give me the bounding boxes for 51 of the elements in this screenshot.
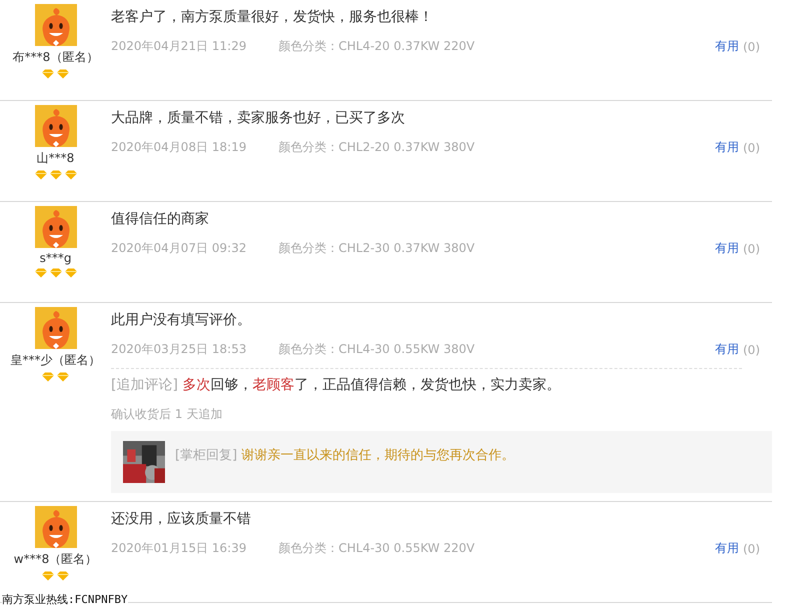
useful-count: (0) <box>743 40 760 54</box>
useful-count: (0) <box>743 140 760 154</box>
review-date: 2020年04月08日 18:19 <box>111 139 246 156</box>
diamond-icon <box>57 69 69 79</box>
variant-label: 颜色分类：CHL2-30 0.37KW 380V <box>278 240 475 257</box>
review-text: 大品牌，质量不错，卖家服务也好，已买了多次 <box>111 109 406 128</box>
diamond-icon <box>64 268 76 278</box>
review-date: 2020年04月07日 09:32 <box>111 240 246 257</box>
useful-link[interactable]: 有用 <box>715 38 739 55</box>
diamond-icon <box>42 69 54 79</box>
useful-link[interactable]: 有用 <box>715 139 739 156</box>
review-text: 还没用，应该质量不错 <box>111 510 252 529</box>
diamond-icon <box>34 268 46 278</box>
diamond-icon <box>64 170 76 180</box>
mascot-avatar <box>34 506 76 548</box>
review-date: 2020年04月21日 11:29 <box>111 38 246 55</box>
useful-link[interactable]: 有用 <box>715 240 739 257</box>
review-text: 此用户没有填写评价。 <box>111 311 252 330</box>
useful-count: (0) <box>743 242 760 256</box>
diamond-icon <box>50 170 62 180</box>
useful-count: (0) <box>743 342 760 356</box>
review-date: 2020年03月25日 18:53 <box>111 341 246 358</box>
mascot-avatar <box>34 307 76 349</box>
diamond-icon <box>42 571 54 581</box>
mascot-avatar <box>34 206 76 248</box>
user-name: w***8（匿名） <box>14 551 98 568</box>
user-name: 皇***少（匿名） <box>10 352 100 369</box>
variant-label: 颜色分类：CHL4-30 0.55KW 380V <box>278 341 475 358</box>
mascot-avatar <box>34 105 76 147</box>
reply-text: [掌柜回复] 谢谢亲一直以来的信任，期待的与您再次合作。 <box>175 447 514 464</box>
mascot-avatar <box>34 4 76 46</box>
user-name: s***g <box>40 251 72 265</box>
diamond-icon <box>57 372 69 382</box>
diamond-icon <box>50 268 62 278</box>
review-text: 老客户了，南方泵质量很好，发货快，服务也很棒！ <box>111 8 434 27</box>
user-name: 山***8 <box>36 150 74 167</box>
diamond-icon <box>34 170 46 180</box>
review-text: 值得信任的商家 <box>111 210 210 229</box>
diamond-icon <box>57 571 69 581</box>
followup-note: 确认收货后 1 天追加 <box>111 406 224 423</box>
diamond-icon <box>42 372 54 382</box>
variant-label: 颜色分类：CHL4-30 0.55KW 220V <box>278 540 475 557</box>
useful-link[interactable]: 有用 <box>715 540 739 557</box>
variant-label: 颜色分类：CHL4-20 0.37KW 220V <box>278 38 475 55</box>
useful-link[interactable]: 有用 <box>715 341 739 358</box>
variant-label: 颜色分类：CHL2-20 0.37KW 380V <box>278 139 475 156</box>
followup-text: [追加评论] 多次回够，老顾客了，正品值得信赖，发货也快，实力卖家。 <box>111 376 562 394</box>
review-date: 2020年01月15日 16:39 <box>111 540 246 557</box>
user-name: 布***8（匿名） <box>12 49 98 66</box>
useful-count: (0) <box>743 542 760 556</box>
hotline-caption: 南方泵业热线:FCNPNFBY <box>2 592 128 607</box>
